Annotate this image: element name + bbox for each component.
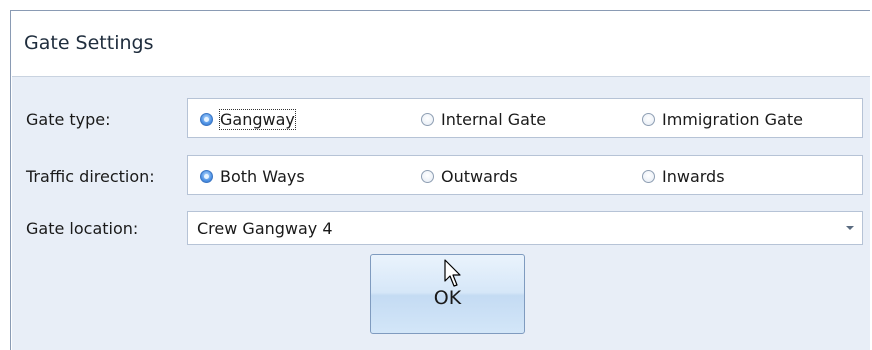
traffic-outwards-option[interactable]: Outwards (421, 166, 518, 186)
traffic-direction-label: Traffic direction: (26, 167, 155, 186)
traffic-direction-radio-group: Both Ways Outwards Inwards (187, 155, 863, 195)
ok-button[interactable]: OK (370, 254, 525, 334)
traffic-outwards-label: Outwards (441, 166, 518, 186)
chevron-down-icon[interactable] (846, 226, 854, 230)
window-top-strip (0, 0, 872, 10)
traffic-inwards-option[interactable]: Inwards (642, 166, 725, 186)
ok-button-label: OK (433, 287, 462, 309)
gate-type-immigration-gate-label: Immigration Gate (662, 109, 803, 129)
radio-unchecked-icon[interactable] (421, 112, 434, 126)
gate-settings-dialog: Gate Settings Gate type: Gangway Interna… (10, 10, 870, 350)
gate-location-dropdown[interactable]: Crew Gangway 4 (187, 211, 863, 245)
dialog-title: Gate Settings (24, 32, 154, 54)
gate-type-label: Gate type: (26, 110, 111, 129)
gate-type-internal-gate-label: Internal Gate (441, 109, 547, 129)
traffic-both-ways-option[interactable]: Both Ways (200, 166, 305, 186)
radio-unchecked-icon[interactable] (642, 169, 655, 183)
radio-checked-icon[interactable] (200, 169, 213, 183)
radio-unchecked-icon[interactable] (421, 169, 434, 183)
gate-type-radio-group: Gangway Internal Gate Immigration Gate (187, 98, 863, 138)
dialog-content: Gate type: Gangway Internal Gate Immigra… (12, 77, 870, 350)
gate-type-internal-gate-option[interactable]: Internal Gate (421, 109, 546, 129)
gate-type-immigration-gate-option[interactable]: Immigration Gate (642, 109, 803, 129)
gate-location-value: Crew Gangway 4 (197, 219, 333, 238)
radio-checked-icon[interactable] (200, 112, 213, 126)
gate-type-gangway-option[interactable]: Gangway (200, 108, 296, 130)
traffic-inwards-label: Inwards (662, 166, 725, 186)
traffic-both-ways-label: Both Ways (220, 166, 305, 186)
gate-type-gangway-label: Gangway (219, 108, 296, 130)
radio-unchecked-icon[interactable] (642, 112, 655, 126)
dialog-title-bar: Gate Settings (12, 12, 870, 77)
gate-location-label: Gate location: (26, 219, 139, 238)
